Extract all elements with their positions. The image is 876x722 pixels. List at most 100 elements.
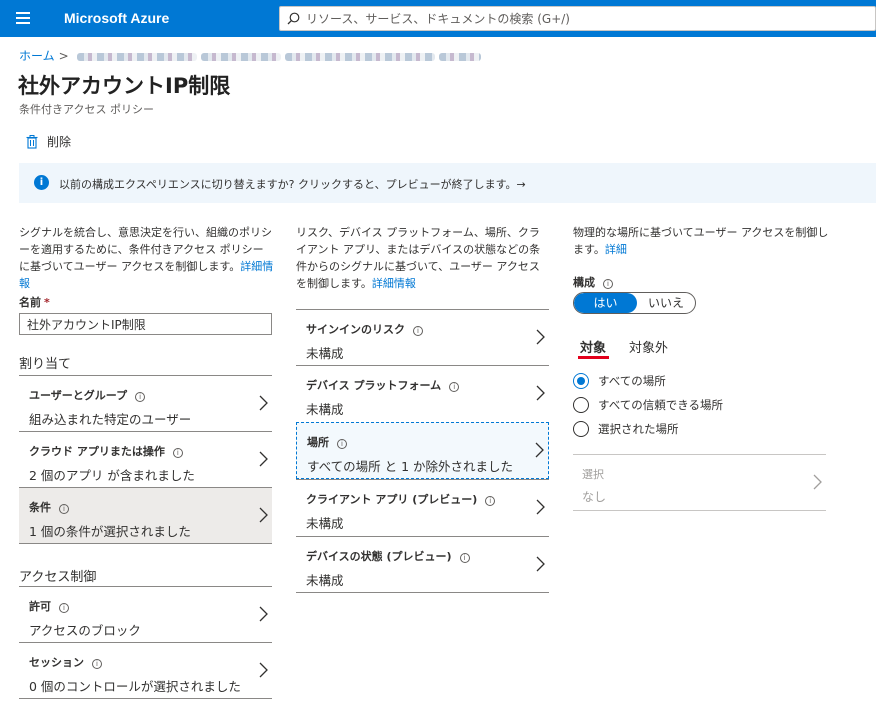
users-groups-item[interactable]: ユーザーとグループ i 組み込まれた特定のユーザー bbox=[19, 375, 272, 432]
item-label: デバイス プラットフォーム i bbox=[306, 377, 460, 393]
radio-all-locations[interactable]: すべての場所 bbox=[573, 373, 666, 389]
select-locations: 選択 なし bbox=[573, 454, 826, 511]
page-title: 社外アカウントIP制限 bbox=[18, 74, 231, 98]
trash-icon bbox=[26, 135, 38, 149]
info-icon[interactable]: i bbox=[172, 448, 183, 458]
info-icon[interactable]: i bbox=[337, 439, 347, 449]
breadcrumb-redacted[interactable] bbox=[76, 52, 197, 61]
assignments-heading: 割り当て bbox=[19, 357, 72, 372]
info-icon[interactable]: i bbox=[485, 496, 496, 506]
item-value: 1 個の条件が選択されました bbox=[29, 524, 191, 539]
delete-button[interactable]: 削除 bbox=[26, 133, 71, 150]
info-icon[interactable]: i bbox=[413, 326, 423, 336]
tab-include[interactable]: 対象 bbox=[580, 337, 606, 356]
item-value: 未構成 bbox=[306, 573, 344, 588]
device-platforms-item[interactable]: デバイス プラットフォーム i 未構成 bbox=[296, 365, 549, 422]
app-title[interactable]: Microsoft Azure bbox=[64, 10, 169, 26]
policy-name-input[interactable] bbox=[19, 313, 272, 335]
search-icon bbox=[287, 12, 300, 25]
breadcrumb-home[interactable]: ホーム bbox=[19, 49, 55, 63]
access-controls-heading: アクセス制御 bbox=[19, 570, 97, 585]
item-label-text: 許可 bbox=[29, 600, 51, 613]
top-bar: Microsoft Azure bbox=[0, 0, 876, 37]
configure-toggle[interactable]: はい いいえ bbox=[573, 292, 696, 314]
locations-item[interactable]: 場所 i すべての場所 と 1 か除外されました bbox=[296, 422, 549, 479]
middle-description-text: リスク、デバイス プラットフォーム、場所、クライアント アプリ、またはデバイスの… bbox=[296, 226, 541, 290]
item-label-text: セッション bbox=[29, 656, 84, 669]
tab-exclude[interactable]: 対象外 bbox=[629, 337, 668, 356]
required-marker: * bbox=[44, 296, 50, 309]
item-label-text: クライアント アプリ (プレビュー) bbox=[306, 493, 478, 506]
name-label-text: 名前 bbox=[19, 296, 41, 309]
configure-label-text: 構成 bbox=[573, 276, 595, 289]
radio-icon[interactable] bbox=[573, 397, 589, 413]
left-description: シグナルを統合し、意思決定を行い、組織のポリシーを適用するために、条件付きアクセ… bbox=[19, 224, 274, 292]
item-label-text: ユーザーとグループ bbox=[29, 389, 128, 402]
item-label: 許可 i bbox=[29, 598, 69, 614]
chevron-right-icon bbox=[536, 556, 545, 572]
item-value: 未構成 bbox=[306, 346, 344, 361]
info-icon[interactable]: i bbox=[59, 603, 69, 613]
client-apps-item[interactable]: クライアント アプリ (プレビュー) i 未構成 bbox=[296, 479, 549, 536]
item-label: クライアント アプリ (プレビュー) i bbox=[306, 491, 496, 507]
item-value: すべての場所 と 1 か除外されました bbox=[307, 459, 513, 474]
item-value: 組み込まれた特定のユーザー bbox=[29, 412, 192, 427]
session-item[interactable]: セッション i 0 個のコントロールが選択されました bbox=[19, 642, 272, 699]
middle-description: リスク、デバイス プラットフォーム、場所、クライアント アプリ、またはデバイスの… bbox=[296, 224, 550, 292]
info-icon[interactable]: i bbox=[92, 659, 102, 669]
right-description: 物理的な場所に基づいてユーザー アクセスを制御します。詳細 bbox=[573, 224, 833, 258]
middle-learn-more-link[interactable]: 詳細情報 bbox=[372, 277, 416, 290]
toggle-no[interactable]: いいえ bbox=[637, 293, 695, 313]
chevron-right-icon bbox=[259, 606, 268, 622]
info-icon: i bbox=[34, 175, 49, 190]
sign-in-risk-item[interactable]: サインインのリスク i 未構成 bbox=[296, 309, 549, 366]
radio-selected-icon[interactable] bbox=[573, 373, 589, 389]
info-icon[interactable]: i bbox=[603, 279, 613, 289]
left-description-text: シグナルを統合し、意思決定を行い、組織のポリシーを適用するために、条件付きアクセ… bbox=[19, 226, 272, 273]
item-label: サインインのリスク i bbox=[306, 321, 423, 337]
search-box[interactable] bbox=[279, 6, 876, 31]
item-value: 2 個のアプリ が含まれました bbox=[29, 468, 195, 483]
delete-label: 削除 bbox=[47, 135, 72, 149]
radio-selected-locations[interactable]: 選択された場所 bbox=[573, 421, 679, 437]
item-label-text: デバイスの状態 (プレビュー) bbox=[306, 550, 452, 563]
radio-label: すべての信頼できる場所 bbox=[598, 398, 724, 412]
chevron-right-icon bbox=[536, 499, 545, 515]
item-label: 場所 i bbox=[307, 434, 347, 450]
info-icon[interactable]: i bbox=[135, 392, 146, 402]
right-learn-more-link[interactable]: 詳細 bbox=[605, 243, 627, 256]
item-label: クラウド アプリまたは操作 i bbox=[29, 443, 183, 459]
info-icon[interactable]: i bbox=[459, 553, 470, 563]
grant-item[interactable]: 許可 i アクセスのブロック bbox=[19, 586, 272, 643]
item-label: ユーザーとグループ i bbox=[29, 387, 146, 403]
breadcrumb-separator: > bbox=[58, 49, 69, 63]
item-label-text: 条件 bbox=[29, 501, 51, 514]
breadcrumb-redacted[interactable] bbox=[200, 52, 281, 61]
info-icon[interactable]: i bbox=[449, 382, 460, 392]
chevron-right-icon bbox=[259, 662, 268, 678]
device-state-item[interactable]: デバイスの状態 (プレビュー) i 未構成 bbox=[296, 536, 549, 593]
search-input[interactable] bbox=[306, 10, 866, 28]
banner-text[interactable]: 以前の構成エクスペリエンスに切り替えますか? クリックすると、プレビューが終了し… bbox=[59, 176, 526, 192]
select-value: なし bbox=[582, 490, 607, 504]
name-label: 名前 * bbox=[19, 294, 50, 310]
toggle-yes[interactable]: はい bbox=[574, 293, 637, 313]
breadcrumb: ホーム > bbox=[19, 47, 481, 64]
cloud-apps-item[interactable]: クラウド アプリまたは操作 i 2 個のアプリ が含まれました bbox=[19, 431, 272, 488]
breadcrumb-redacted[interactable] bbox=[284, 52, 435, 61]
chevron-right-icon bbox=[259, 395, 268, 411]
page-subtitle: 条件付きアクセス ポリシー bbox=[19, 103, 154, 116]
item-value: 未構成 bbox=[306, 516, 344, 531]
info-icon[interactable]: i bbox=[59, 504, 69, 514]
info-banner[interactable]: i 以前の構成エクスペリエンスに切り替えますか? クリックすると、プレビューが終… bbox=[19, 163, 876, 203]
conditions-item[interactable]: 条件 i 1 個の条件が選択されました bbox=[19, 487, 272, 544]
chevron-right-icon bbox=[536, 329, 545, 345]
radio-icon[interactable] bbox=[573, 421, 589, 437]
item-value: 未構成 bbox=[306, 402, 344, 417]
item-label: 条件 i bbox=[29, 499, 69, 515]
breadcrumb-redacted[interactable] bbox=[438, 52, 481, 61]
item-label: セッション i bbox=[29, 654, 102, 670]
radio-trusted-locations[interactable]: すべての信頼できる場所 bbox=[573, 397, 723, 413]
item-label-text: クラウド アプリまたは操作 bbox=[29, 445, 165, 458]
menu-icon[interactable] bbox=[16, 12, 30, 24]
